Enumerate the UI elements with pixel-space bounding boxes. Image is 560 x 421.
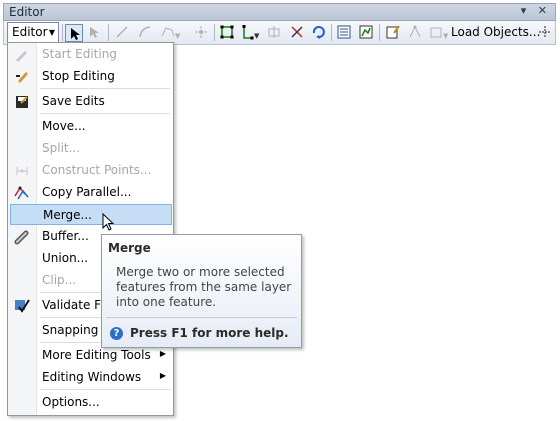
toolbar-separator	[62, 24, 63, 41]
cogo-tool-icon[interactable]: ▼	[428, 24, 449, 42]
attributes-window-icon[interactable]	[336, 24, 354, 42]
svg-text:▼: ▼	[175, 32, 181, 40]
menu-item-options[interactable]: Options...	[10, 392, 172, 413]
validate-features-icon	[13, 297, 31, 315]
trace-tool-icon[interactable]: ▼	[159, 24, 181, 42]
end-point-arc-icon[interactable]	[137, 24, 155, 42]
svg-text:▼: ▼	[443, 32, 449, 40]
tooltip-separator	[106, 317, 297, 318]
toolbar-separator	[379, 24, 380, 41]
svg-text:▼: ▼	[254, 32, 260, 40]
toolbar-separator	[214, 24, 215, 41]
menu-item-split[interactable]: Split...	[10, 138, 172, 159]
pencil-disabled-icon	[13, 46, 31, 64]
tooltip-title: Merge	[108, 241, 151, 255]
rotate-tool-icon[interactable]	[310, 24, 328, 42]
menu-item-copy-parallel[interactable]: Copy Parallel...	[10, 182, 172, 203]
save-edits-icon	[13, 93, 31, 111]
stop-editing-pencil-icon	[13, 68, 31, 86]
load-objects-button[interactable]: Load Objects...	[451, 25, 540, 39]
menu-item-start-editing[interactable]: Start Editing	[10, 44, 172, 65]
window-title: Editor	[9, 5, 45, 19]
cut-polygons-icon[interactable]	[266, 24, 284, 42]
submenu-arrow-icon: ▶	[159, 349, 166, 358]
editor-dropdown-menu: Start Editing Stop Editing Save Edits Mo…	[7, 42, 174, 416]
help-icon: ?	[110, 327, 123, 340]
editor-toolbar-titlebar[interactable]: Editor ▾ ✕	[3, 3, 556, 21]
point-tool-icon[interactable]	[193, 24, 211, 42]
menu-item-stop-editing[interactable]: Stop Editing	[10, 66, 172, 87]
menu-item-more-editing-tools[interactable]: More Editing Tools ▶	[10, 345, 172, 366]
merge-tooltip: Merge Merge two or more selected feature…	[101, 234, 302, 348]
menu-item-move[interactable]: Move...	[10, 116, 172, 137]
tooltip-help-text: Press F1 for more help.	[130, 326, 289, 340]
edit-tool-arrow-icon[interactable]	[65, 24, 83, 42]
toolbar-separator	[331, 24, 332, 41]
menu-item-editing-windows[interactable]: Editing Windows ▶	[10, 367, 172, 388]
menu-item-construct-points[interactable]: Construct Points...	[10, 160, 172, 181]
chevron-down-icon: ▼	[48, 28, 55, 37]
menu-separator	[40, 113, 170, 114]
buffer-icon	[13, 228, 31, 246]
copy-parallel-icon	[13, 184, 31, 202]
split-tool-icon[interactable]	[289, 24, 307, 42]
submenu-arrow-icon: ▶	[159, 371, 166, 380]
edit-vertices-icon[interactable]	[219, 24, 237, 42]
reshape-feature-icon[interactable]: ▼	[241, 24, 260, 42]
menu-item-save-edits[interactable]: Save Edits	[10, 91, 172, 112]
window-controls[interactable]: ▾ ✕	[521, 4, 551, 17]
toolbar-options-icon[interactable]	[537, 24, 555, 42]
tooltip-description: Merge two or more selected features from…	[116, 265, 292, 309]
editor-menu-button[interactable]: Editor ▼	[7, 22, 59, 43]
straight-segment-icon[interactable]	[114, 24, 132, 42]
edit-annotation-tool-icon[interactable]	[86, 24, 104, 42]
toolbar-separator	[108, 24, 109, 41]
mouse-pointer-icon	[102, 212, 116, 236]
create-features-icon[interactable]	[385, 24, 403, 42]
topology-edit-icon[interactable]	[407, 24, 425, 42]
menu-separator	[40, 389, 170, 390]
sketch-properties-icon[interactable]	[358, 24, 376, 42]
menu-item-merge[interactable]: Merge...	[10, 204, 172, 225]
menu-separator	[40, 88, 170, 89]
construct-points-icon	[13, 162, 31, 180]
editor-menu-label: Editor	[12, 25, 48, 39]
